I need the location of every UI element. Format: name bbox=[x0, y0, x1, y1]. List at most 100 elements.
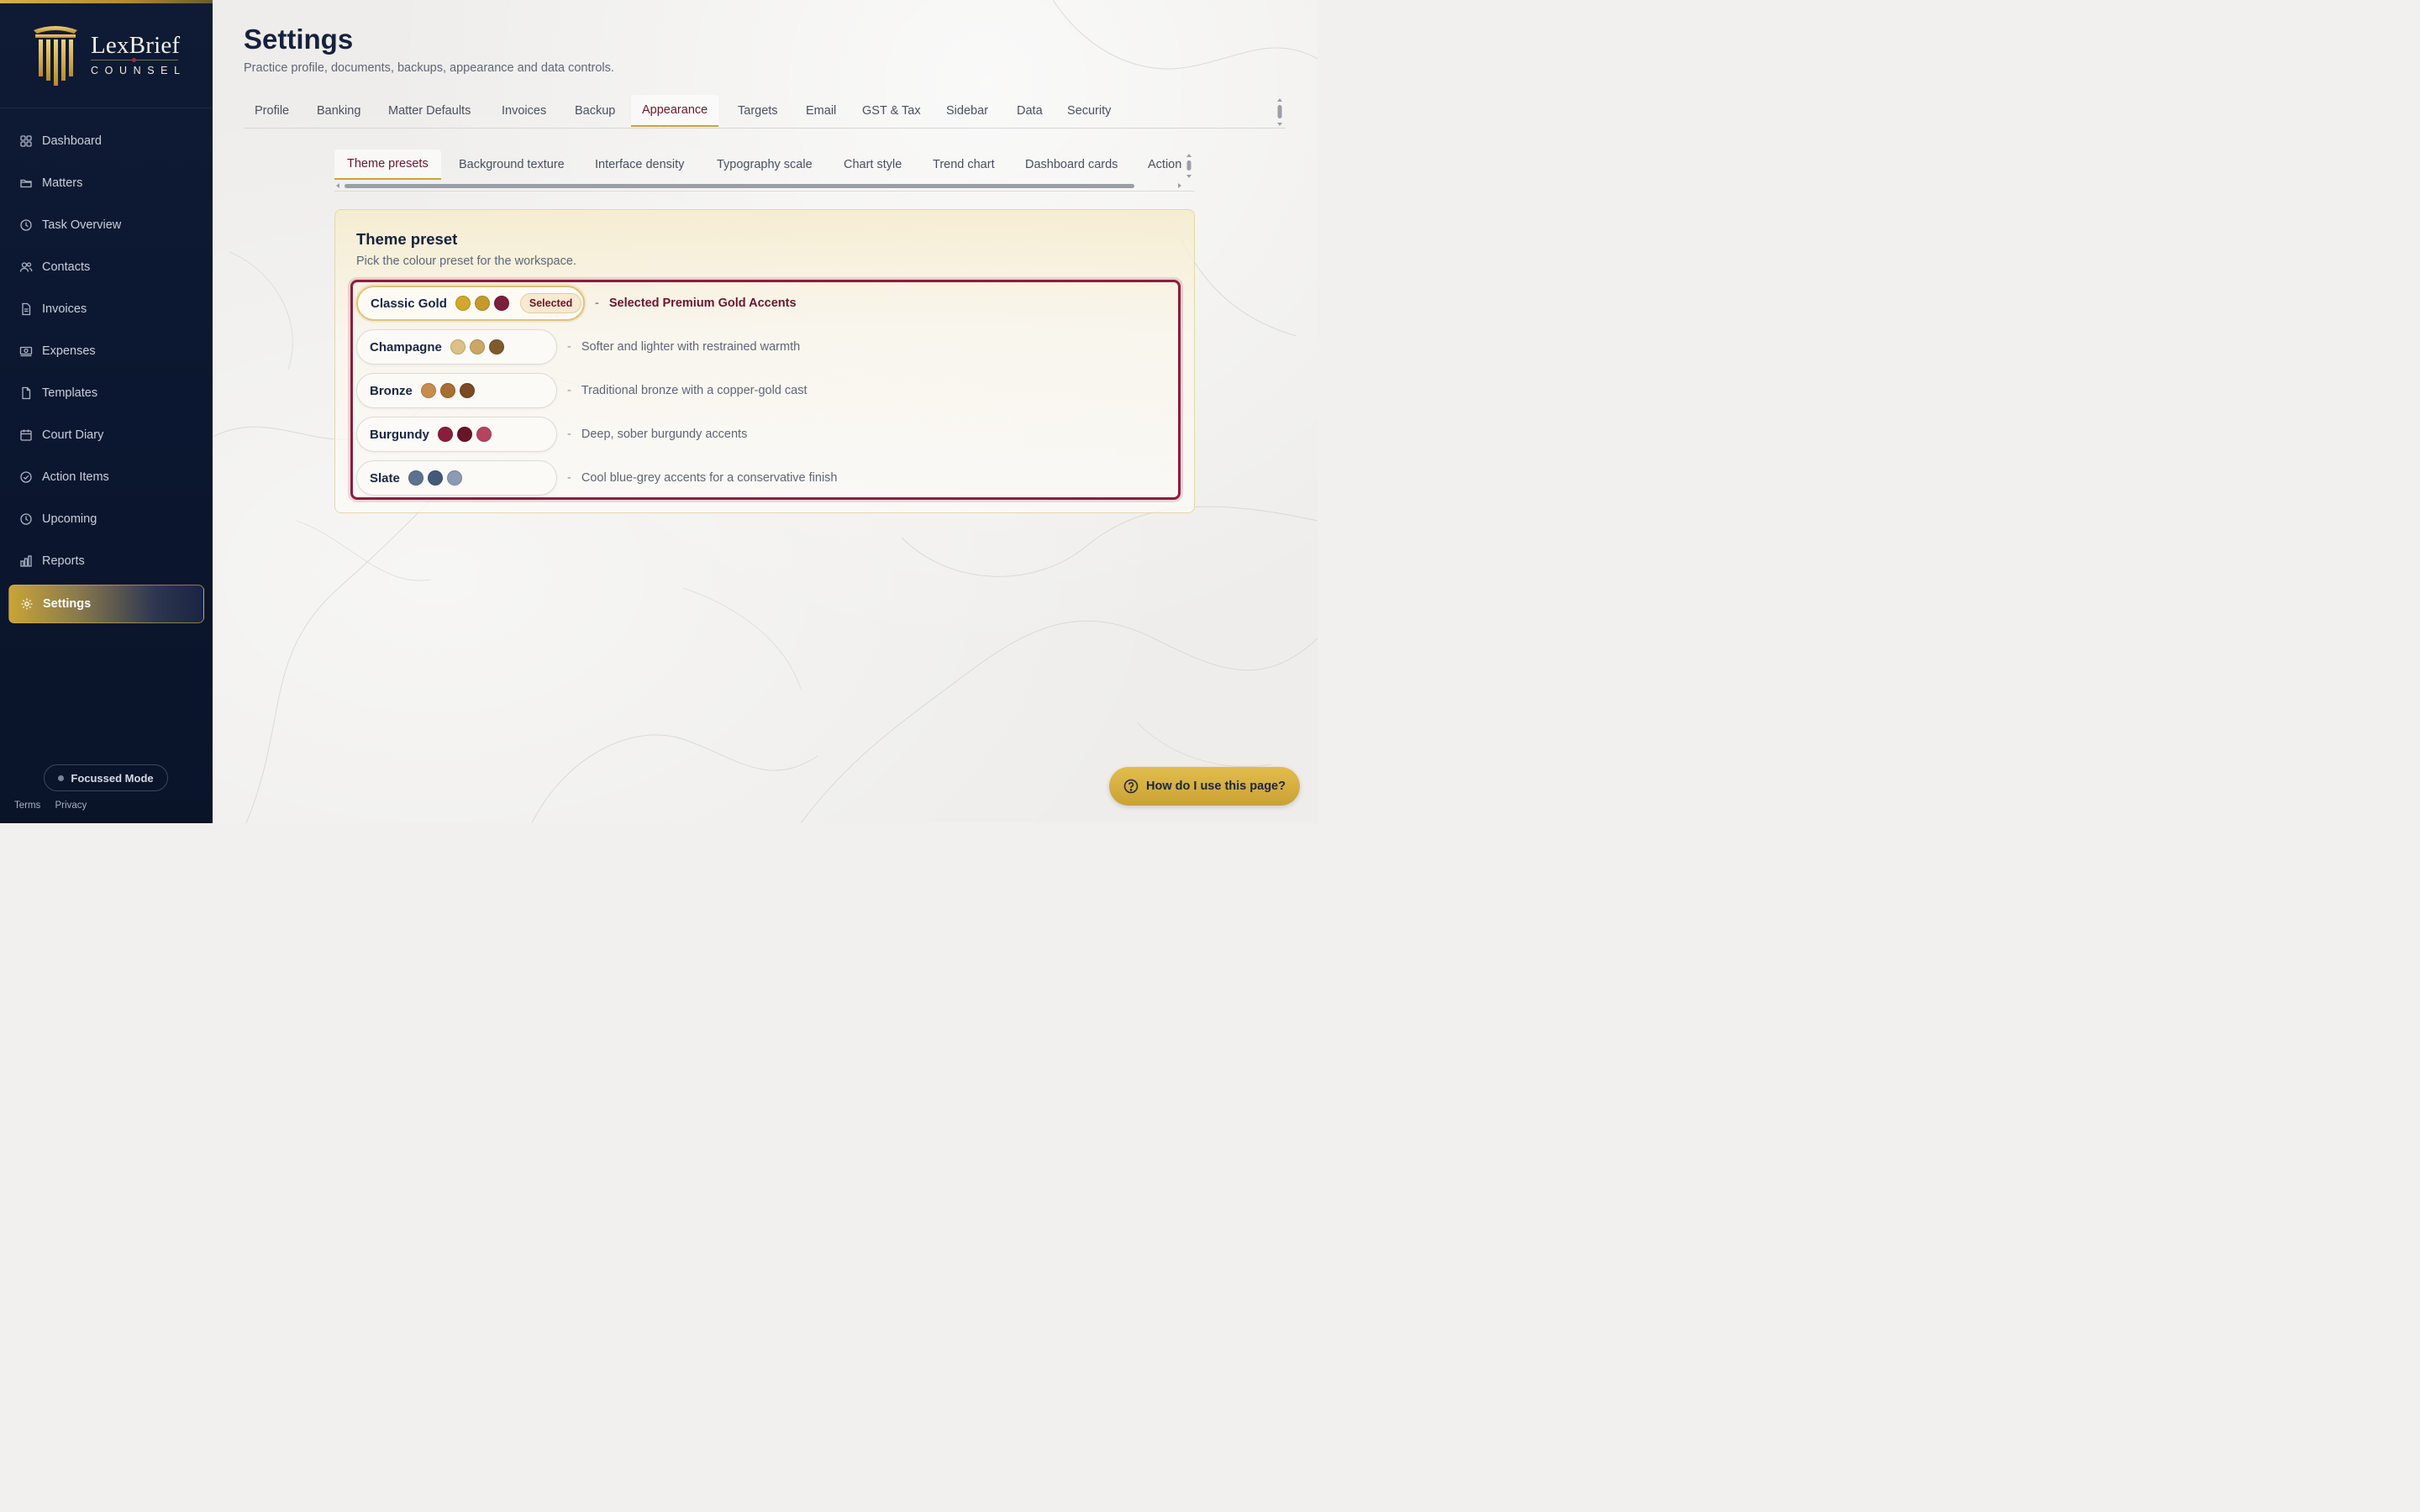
sidebar-item-upcoming[interactable]: Upcoming bbox=[8, 500, 204, 538]
preset-option-slate[interactable]: Slate bbox=[356, 460, 557, 496]
color-swatch bbox=[488, 339, 504, 354]
sidebar-item-dashboard[interactable]: Dashboard bbox=[8, 122, 204, 160]
help-button-label: How do I use this page? bbox=[1146, 780, 1286, 793]
card-title: Theme preset bbox=[356, 230, 458, 248]
subtab-background-texture[interactable]: Background texture bbox=[446, 150, 577, 180]
tab-targets[interactable]: Targets bbox=[727, 95, 789, 127]
card-subtitle: Pick the colour preset for the workspace… bbox=[356, 255, 576, 268]
color-swatch bbox=[456, 427, 472, 442]
sidebar-item-expenses[interactable]: Expenses bbox=[8, 332, 204, 370]
focus-mode-label: Focussed Mode bbox=[71, 771, 154, 785]
color-swatch bbox=[474, 296, 490, 311]
invoice-icon bbox=[19, 302, 33, 316]
footer-links: Terms Privacy bbox=[14, 801, 98, 811]
sidebar-item-contacts[interactable]: Contacts bbox=[8, 248, 204, 286]
help-button[interactable]: How do I use this page? bbox=[1109, 767, 1300, 806]
color-swatch bbox=[476, 427, 492, 442]
selected-badge: Selected bbox=[519, 293, 582, 313]
tab-matter-defaults[interactable]: Matter Defaults bbox=[377, 95, 481, 127]
settings-tabs: Profile Banking Matter Defaults Invoices… bbox=[244, 95, 1286, 129]
pillar-logo-icon bbox=[34, 26, 77, 86]
brand-logo[interactable]: LexBrief COUNSEL bbox=[30, 22, 190, 91]
sidebar-item-settings[interactable]: Settings bbox=[8, 585, 204, 623]
subtab-dashboard-cards[interactable]: Dashboard cards bbox=[1013, 150, 1130, 180]
help-icon bbox=[1123, 779, 1139, 794]
privacy-link[interactable]: Privacy bbox=[55, 801, 87, 811]
subtab-theme-presets[interactable]: Theme presets bbox=[334, 150, 441, 180]
tab-invoices[interactable]: Invoices bbox=[491, 95, 557, 127]
separator-dash: - bbox=[567, 471, 571, 485]
appearance-subtabs: Theme presets Background texture Interfa… bbox=[334, 150, 1195, 192]
preset-option-classic-gold[interactable]: Classic Gold Selected bbox=[356, 286, 585, 321]
sidebar-item-matters[interactable]: Matters bbox=[8, 164, 204, 202]
color-swatch bbox=[437, 427, 453, 442]
sidebar-item-label: Dashboard bbox=[42, 134, 102, 148]
preset-description: - Selected Premium Gold Accents bbox=[595, 286, 797, 321]
subtab-action[interactable]: Action bbox=[1135, 150, 1183, 180]
tab-appearance[interactable]: Appearance bbox=[631, 95, 719, 127]
preset-row-classic-gold[interactable]: Classic Gold Selected - Selected Premium… bbox=[356, 286, 1180, 323]
subtab-interface-density[interactable]: Interface density bbox=[582, 150, 697, 180]
status-dot bbox=[58, 774, 65, 781]
preset-name: Classic Gold bbox=[371, 296, 447, 311]
sidebar-item-court-diary[interactable]: Court Diary bbox=[8, 416, 204, 454]
sidebar-item-label: Court Diary bbox=[42, 428, 104, 442]
color-swatch bbox=[493, 296, 509, 311]
tab-security[interactable]: Security bbox=[1056, 95, 1122, 127]
theme-preset-card: Theme preset Pick the colour preset for … bbox=[334, 209, 1195, 513]
preset-row-burgundy[interactable]: Burgundy - Deep, sober burgundy accents bbox=[356, 417, 1180, 454]
sidebar-item-label: Settings bbox=[43, 597, 92, 611]
subtab-chart-style[interactable]: Chart style bbox=[831, 150, 914, 180]
tabs-scrollbar[interactable] bbox=[1276, 97, 1284, 129]
preset-row-champagne[interactable]: Champagne - Softer and lighter with rest… bbox=[356, 329, 1180, 366]
separator-dash: - bbox=[567, 340, 571, 354]
clock-icon bbox=[19, 512, 33, 526]
tab-profile[interactable]: Profile bbox=[244, 95, 300, 127]
sidebar-item-action-items[interactable]: Action Items bbox=[8, 458, 204, 496]
scrollbar-thumb[interactable] bbox=[345, 184, 1134, 188]
preset-row-slate[interactable]: Slate - Cool blue-grey accents for a con… bbox=[356, 460, 1180, 497]
subtab-typography-scale[interactable]: Typography scale bbox=[704, 150, 825, 180]
preset-description-text: Softer and lighter with restrained warmt… bbox=[581, 340, 801, 354]
tab-banking[interactable]: Banking bbox=[306, 95, 371, 127]
document-icon bbox=[19, 386, 33, 400]
preset-name: Bronze bbox=[370, 383, 413, 398]
preset-description: - Cool blue-grey accents for a conservat… bbox=[567, 460, 838, 496]
tab-email[interactable]: Email bbox=[795, 95, 847, 127]
subtabs-vscroll[interactable] bbox=[1185, 153, 1193, 180]
preset-name: Burgundy bbox=[370, 427, 429, 442]
sidebar-item-label: Reports bbox=[42, 554, 85, 568]
tab-backup[interactable]: Backup bbox=[564, 95, 626, 127]
sidebar-item-label: Expenses bbox=[42, 344, 96, 358]
sidebar-item-reports[interactable]: Reports bbox=[8, 542, 204, 580]
color-swatch bbox=[455, 296, 471, 311]
preset-description: - Softer and lighter with restrained war… bbox=[567, 329, 800, 365]
brand-tagline: COUNSEL bbox=[91, 65, 187, 76]
preset-option-bronze[interactable]: Bronze bbox=[356, 373, 557, 408]
page-subtitle: Practice profile, documents, backups, ap… bbox=[244, 61, 614, 75]
tab-data[interactable]: Data bbox=[1006, 95, 1054, 127]
preset-description-text: Cool blue-grey accents for a conservativ… bbox=[581, 471, 838, 485]
sidebar-item-label: Templates bbox=[42, 386, 98, 400]
preset-description-text: Selected Premium Gold Accents bbox=[608, 297, 797, 310]
sidebar-item-task-overview[interactable]: Task Overview bbox=[8, 206, 204, 244]
preset-option-champagne[interactable]: Champagne bbox=[356, 329, 557, 365]
color-swatch bbox=[427, 470, 443, 486]
focus-mode-button[interactable]: Focussed Mode bbox=[44, 764, 168, 791]
preset-description-text: Traditional bronze with a copper-gold ca… bbox=[581, 384, 808, 397]
terms-link[interactable]: Terms bbox=[14, 801, 40, 811]
tab-sidebar[interactable]: Sidebar bbox=[935, 95, 999, 127]
sidebar-item-templates[interactable]: Templates bbox=[8, 374, 204, 412]
subtabs-hscroll[interactable] bbox=[334, 182, 1183, 189]
subtab-trend-chart[interactable]: Trend chart bbox=[920, 150, 1007, 180]
main-content: Settings Practice profile, documents, ba… bbox=[213, 0, 1318, 823]
preset-row-bronze[interactable]: Bronze - Traditional bronze with a coppe… bbox=[356, 373, 1180, 410]
preset-option-burgundy[interactable]: Burgundy bbox=[356, 417, 557, 452]
sidebar-accent-bar bbox=[0, 0, 213, 3]
color-swatch bbox=[446, 470, 462, 486]
color-swatch bbox=[420, 383, 436, 398]
color-swatch bbox=[408, 470, 424, 486]
sidebar-item-label: Contacts bbox=[42, 260, 91, 274]
tab-gst-tax[interactable]: GST & Tax bbox=[851, 95, 932, 127]
sidebar-item-invoices[interactable]: Invoices bbox=[8, 290, 204, 328]
